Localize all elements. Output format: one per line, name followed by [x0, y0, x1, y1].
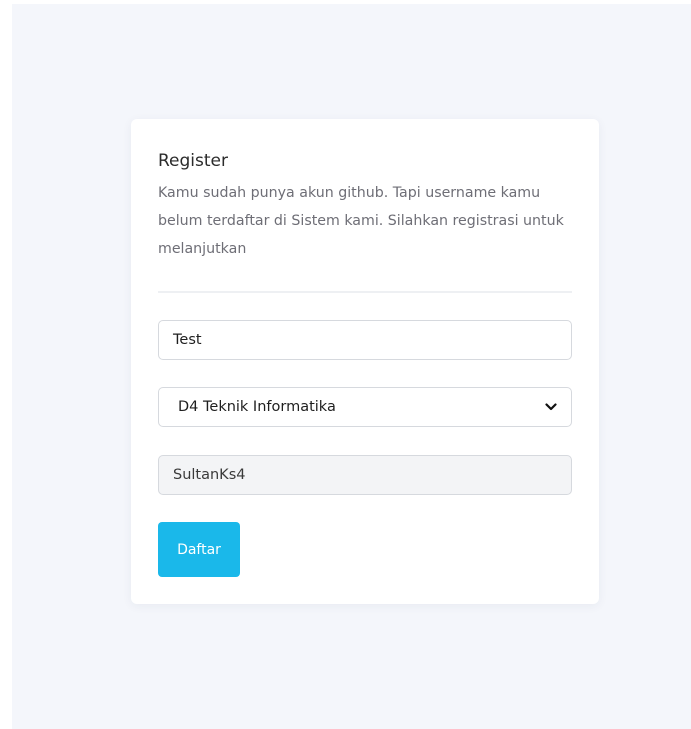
- page-background: Register Kamu sudah punya akun github. T…: [12, 4, 691, 729]
- daftar-button[interactable]: Daftar: [158, 522, 240, 577]
- username-field-value: SultanKs4: [173, 467, 246, 483]
- name-input-value: Test: [173, 332, 202, 348]
- register-description: Kamu sudah punya akun github. Tapi usern…: [158, 185, 564, 257]
- register-title: Register: [158, 151, 228, 171]
- register-card: Register Kamu sudah punya akun github. T…: [131, 119, 599, 604]
- chevron-down-icon: [541, 397, 561, 417]
- program-select[interactable]: D4 Teknik Informatika: [158, 387, 572, 427]
- username-field[interactable]: SultanKs4: [158, 455, 572, 495]
- name-input[interactable]: Test: [158, 320, 572, 360]
- divider: [158, 291, 572, 293]
- program-select-value: D4 Teknik Informatika: [178, 399, 336, 415]
